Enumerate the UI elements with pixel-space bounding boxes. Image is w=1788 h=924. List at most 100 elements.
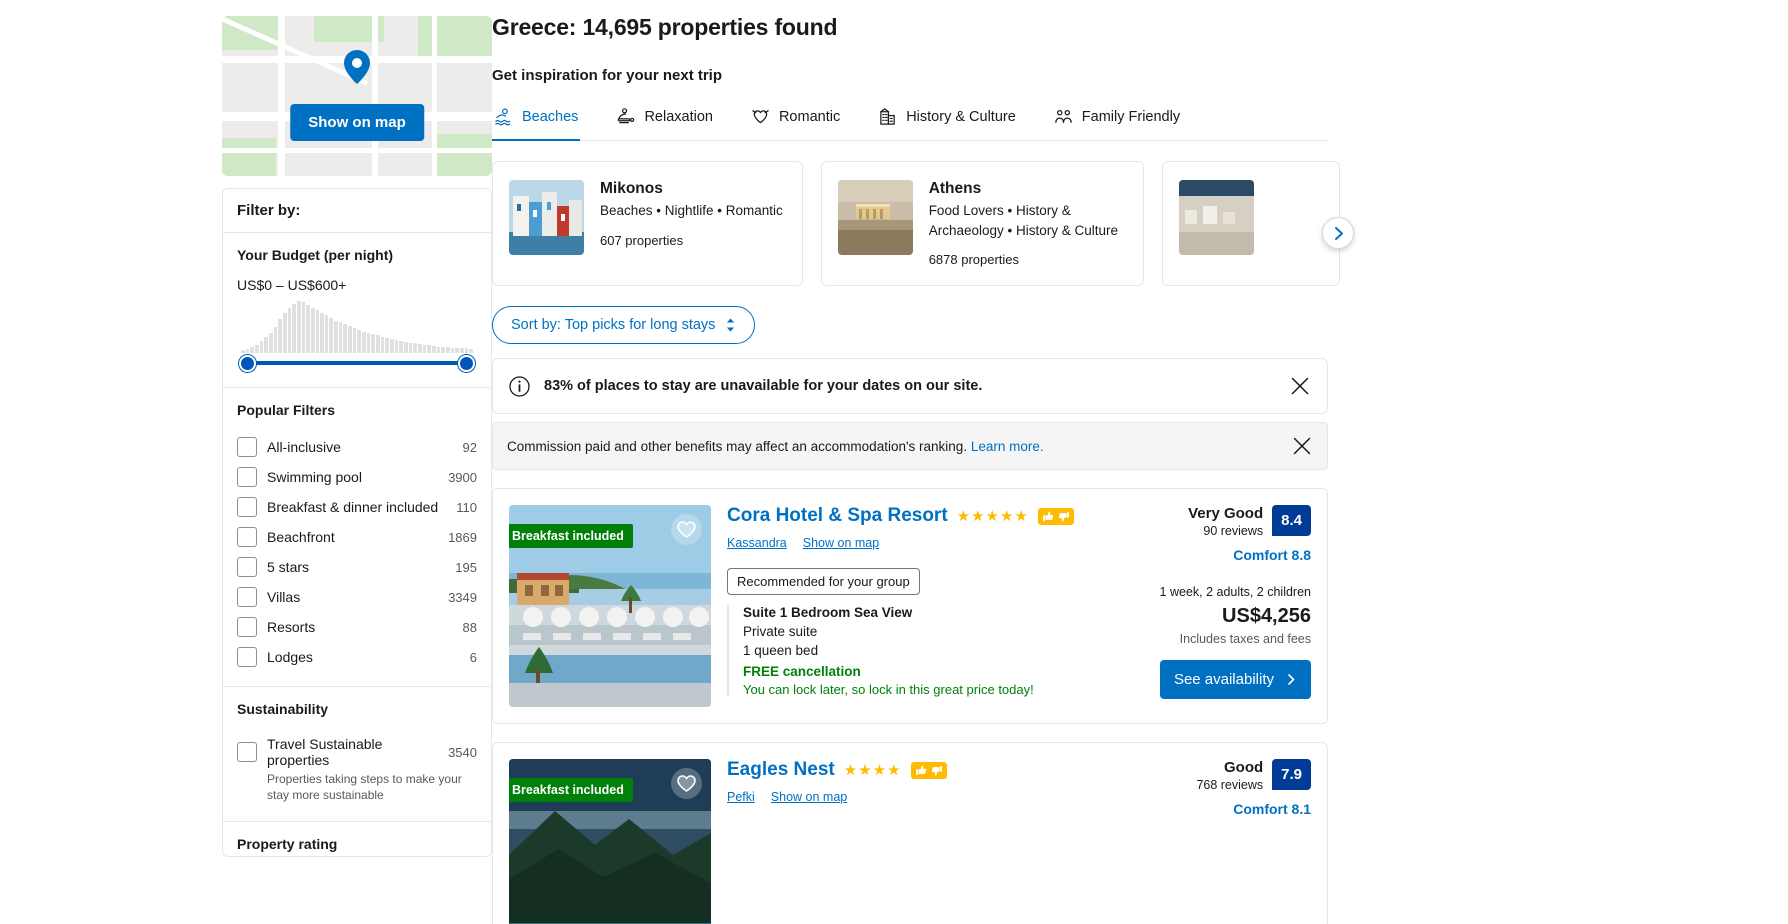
filter-row[interactable]: Swimming pool 3900 bbox=[237, 462, 477, 492]
learn-more-link[interactable]: Learn more. bbox=[971, 439, 1044, 454]
carousel-next-button[interactable] bbox=[1322, 217, 1354, 249]
property-title-row: Eagles Nest ★★★★ bbox=[727, 759, 1085, 781]
close-icon bbox=[1291, 377, 1309, 395]
histogram-bar bbox=[385, 338, 389, 353]
property-card-cora-hotel-spa-resort[interactable]: Breakfast included Cora Hotel & Spa Reso… bbox=[492, 488, 1328, 725]
property-name[interactable]: Eagles Nest bbox=[727, 759, 835, 781]
star-rating: ★★★★ bbox=[843, 761, 902, 779]
histogram-bar bbox=[445, 347, 450, 353]
destination-card-athens[interactable]: Athens Food Lovers • History & Archaeolo… bbox=[820, 161, 1144, 287]
budget-histogram bbox=[241, 301, 473, 353]
favorite-button[interactable] bbox=[671, 514, 702, 546]
breakfast-included-badge: Breakfast included bbox=[509, 524, 633, 549]
filter-label: Lodges bbox=[267, 649, 313, 665]
histogram-bar bbox=[245, 349, 250, 353]
heart-romantic-icon bbox=[751, 107, 770, 126]
show-on-map-button[interactable]: Show on map bbox=[290, 104, 424, 141]
filter-row[interactable]: Resorts 88 bbox=[237, 612, 477, 642]
checkbox-filter[interactable] bbox=[237, 617, 257, 637]
tab-romantic[interactable]: Romantic bbox=[749, 100, 842, 141]
histogram-bar bbox=[357, 329, 362, 353]
checkbox-filter[interactable] bbox=[237, 467, 257, 487]
property-rating-section: Property rating bbox=[223, 822, 491, 856]
property-location-link[interactable]: Kassandra bbox=[727, 536, 787, 550]
review-score-words: Very Good 90 reviews bbox=[1188, 505, 1263, 538]
filter-row-sustainable[interactable]: Travel Sustainable properties 3540 bbox=[237, 731, 477, 773]
slider-knob-max[interactable] bbox=[458, 355, 475, 372]
histogram-bar bbox=[320, 312, 324, 353]
checkbox-filter[interactable] bbox=[237, 557, 257, 577]
checkbox-filter[interactable] bbox=[237, 527, 257, 547]
family-icon bbox=[1054, 107, 1073, 126]
taxes-note: Includes taxes and fees bbox=[1179, 632, 1311, 647]
filter-count: 3540 bbox=[448, 744, 477, 760]
filter-row[interactable]: 5 stars 195 bbox=[237, 552, 477, 582]
filter-count: 110 bbox=[456, 499, 477, 515]
filters-sidebar: Show on map Filter by: Your Budget (per … bbox=[0, 0, 492, 924]
checkbox-filter[interactable] bbox=[237, 647, 257, 667]
occupancy-summary: 1 week, 2 adults, 2 children bbox=[1159, 585, 1311, 600]
total-price: US$4,256 bbox=[1222, 605, 1311, 628]
destination-thumbnail bbox=[837, 180, 913, 255]
budget-slider[interactable] bbox=[239, 355, 475, 373]
filter-row[interactable]: Villas 3349 bbox=[237, 582, 477, 612]
histogram-bar bbox=[413, 343, 417, 353]
tab-family-friendly[interactable]: Family Friendly bbox=[1052, 100, 1182, 141]
filter-row[interactable]: Breakfast & dinner included 110 bbox=[237, 492, 477, 522]
filter-count: 6 bbox=[469, 649, 477, 665]
destination-tags: Beaches • Nightlife • Romantic bbox=[600, 203, 783, 218]
sustainability-description: Properties taking steps to make your sta… bbox=[267, 772, 462, 803]
inspiration-tabs: Beaches Relaxation Romantic History & Cultu… bbox=[492, 100, 1328, 141]
property-title-row: Cora Hotel & Spa Resort ★★★★★ bbox=[727, 505, 1085, 527]
checkbox-filter[interactable] bbox=[237, 497, 257, 517]
review-score-badge: 7.9 bbox=[1272, 759, 1311, 791]
tab-beaches[interactable]: Beaches bbox=[492, 100, 581, 141]
filter-row[interactable]: Lodges 6 bbox=[237, 642, 477, 672]
property-show-on-map-link[interactable]: Show on map bbox=[771, 790, 847, 804]
histogram-bar bbox=[459, 348, 464, 353]
tab-relaxation[interactable]: Relaxation bbox=[614, 100, 715, 141]
histogram-bar bbox=[241, 350, 245, 353]
property-image[interactable]: Breakfast included bbox=[509, 505, 711, 708]
histogram-bar bbox=[469, 349, 473, 353]
see-availability-button[interactable]: See availability bbox=[1159, 660, 1311, 700]
filter-row[interactable]: All-inclusive 92 bbox=[237, 432, 477, 462]
destination-card-mikonos[interactable]: Mikonos Beaches • Nightlife • Romantic 6… bbox=[492, 161, 803, 287]
histogram-bar bbox=[455, 347, 459, 353]
histogram-bar bbox=[334, 320, 338, 353]
filter-row[interactable]: Beachfront 1869 bbox=[237, 522, 477, 552]
review-score-row[interactable]: Very Good 90 reviews 8.4 bbox=[1101, 505, 1311, 538]
slider-knob-min[interactable] bbox=[239, 355, 256, 372]
property-location-link[interactable]: Pefki bbox=[727, 790, 755, 804]
beach-icon bbox=[494, 107, 513, 126]
chevron-right-icon bbox=[1334, 226, 1343, 240]
histogram-bar bbox=[329, 317, 334, 353]
destination-property-count: 607 properties bbox=[600, 232, 684, 248]
destination-card-partial[interactable] bbox=[1161, 161, 1340, 287]
histogram-bar bbox=[380, 336, 385, 353]
histogram-bar bbox=[324, 315, 329, 353]
histogram-bar bbox=[268, 332, 273, 353]
checkbox-sustainable[interactable] bbox=[237, 742, 257, 762]
map-preview-card[interactable]: Show on map bbox=[222, 16, 492, 176]
property-name[interactable]: Cora Hotel & Spa Resort bbox=[727, 505, 948, 527]
histogram-bar bbox=[301, 302, 306, 353]
tab-label: Beaches bbox=[522, 108, 579, 125]
property-card-eagles-nest[interactable]: Breakfast included Eagles Nest ★★★★ Pefk… bbox=[492, 742, 1328, 924]
sort-by-button[interactable]: Sort by: Top picks for long stays bbox=[492, 306, 756, 345]
property-image[interactable]: Breakfast included bbox=[509, 759, 711, 924]
comfort-score: Comfort 8.1 bbox=[1233, 801, 1311, 818]
map-background bbox=[222, 16, 492, 176]
availability-notice-close-button[interactable] bbox=[1289, 375, 1311, 397]
tab-label: Romantic bbox=[778, 108, 841, 125]
favorite-button[interactable] bbox=[671, 768, 702, 800]
free-cancellation-label: FREE cancellation bbox=[743, 664, 861, 680]
histogram-bar bbox=[427, 345, 431, 353]
checkbox-filter[interactable] bbox=[237, 587, 257, 607]
filter-label: All-inclusive bbox=[267, 439, 341, 455]
review-score-row[interactable]: Good 768 reviews 7.9 bbox=[1101, 759, 1311, 792]
property-show-on-map-link[interactable]: Show on map bbox=[803, 536, 879, 550]
checkbox-filter[interactable] bbox=[237, 437, 257, 457]
tab-history-culture[interactable]: History & Culture bbox=[876, 100, 1018, 141]
commission-banner-close-button[interactable] bbox=[1291, 435, 1313, 457]
